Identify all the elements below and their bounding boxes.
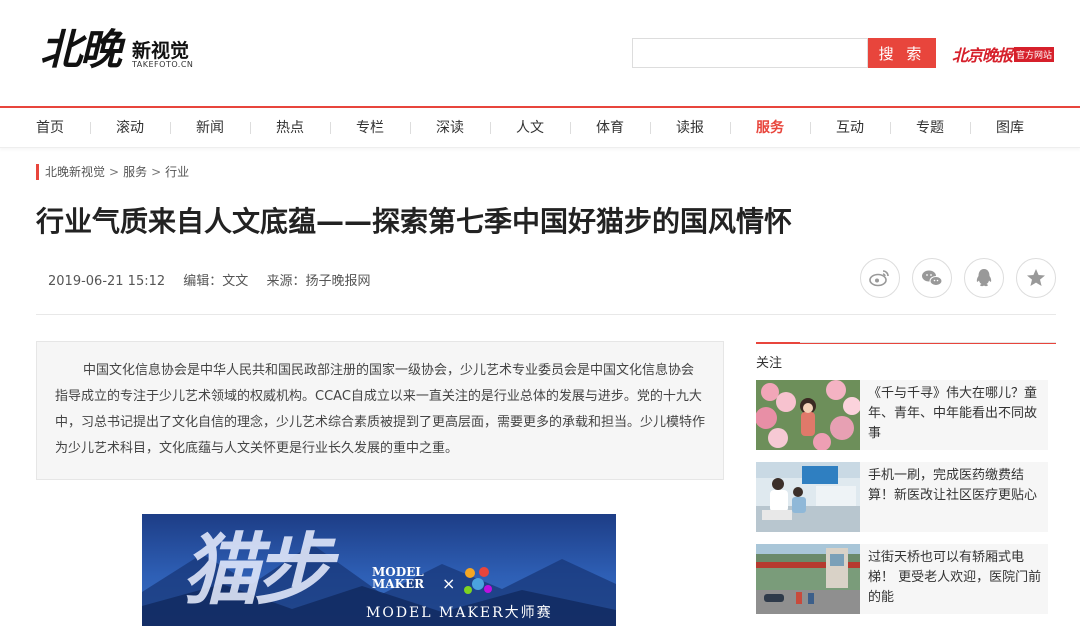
news-headline: 过街天桥也可以有轿厢式电梯！ 更受老人欢迎，医院门前的能: [868, 550, 1042, 605]
news-headline: 《千与千寻》伟大在哪儿？童年、青年、中年能看出不同故事: [868, 386, 1038, 441]
breadcrumb-item-home[interactable]: 北晚新视觉: [45, 165, 105, 179]
official-site-tag: 官方网站: [1014, 46, 1055, 62]
overpass-elevator-thumbnail: [756, 544, 860, 614]
partner-logo-icon: [464, 567, 492, 594]
spirited-away-thumbnail: [756, 380, 860, 450]
article-summary: 中国文化信息协会是中华人民共和国民政部注册的国家一级协会，少儿艺术专业委员会是中…: [36, 341, 724, 480]
site-header: 北晚 新视觉 TAKEFOTO.CN 搜 索 北京晚报 官方网站: [0, 0, 1080, 106]
sidebar-news-item[interactable]: 过街天桥也可以有轿厢式电梯！ 更受老人欢迎，医院门前的能: [756, 544, 1048, 614]
nav-item[interactable]: 专栏: [330, 108, 410, 148]
nav-item[interactable]: 服务: [730, 108, 810, 148]
main-nav: 首页 滚动 新闻 热点 专栏 深读 人文 体育 读报 服务 互动 专题 图库: [0, 106, 1080, 148]
nav-item[interactable]: 深读: [410, 108, 490, 148]
nav-item[interactable]: 滚动: [90, 108, 170, 148]
qq-icon: [976, 269, 992, 287]
breadcrumb-item-industry[interactable]: 行业: [165, 165, 189, 179]
wechat-icon: [922, 270, 943, 286]
article-hero-image: 猫步 MODEL MAKER × MODEL MAKER大师赛: [142, 514, 616, 626]
favorite-icon: [1027, 269, 1045, 286]
site-logo[interactable]: 北晚 新视觉 TAKEFOTO.CN: [40, 16, 200, 76]
share-bar: [860, 258, 1068, 298]
nav-item[interactable]: 热点: [250, 108, 330, 148]
nav-item[interactable]: 体育: [570, 108, 650, 148]
breadcrumb: 北晚新视觉 > 服务 > 行业: [36, 164, 189, 180]
logo-main-text: 北晚: [40, 25, 122, 74]
sidebar-news-item[interactable]: 手机一刷，完成医药缴费结算！新医改让社区医疗更贴心: [756, 462, 1048, 532]
medical-counter-thumbnail: [756, 462, 860, 532]
weibo-icon: [869, 270, 889, 287]
breadcrumb-separator: >: [109, 165, 120, 179]
logo-sub-text: 新视觉: [132, 40, 190, 62]
nav-item[interactable]: 互动: [810, 108, 890, 148]
official-site-name: 北京晚报: [952, 46, 1013, 65]
favorite-button[interactable]: [1016, 258, 1056, 298]
model-maker-logo: MODEL MAKER: [372, 566, 424, 590]
breadcrumb-item-service[interactable]: 服务: [123, 165, 147, 179]
meta-divider: [36, 314, 1056, 315]
logo-domain-text: TAKEFOTO.CN: [132, 60, 194, 69]
sidebar-news-item[interactable]: 《千与千寻》伟大在哪儿？童年、青年、中年能看出不同故事: [756, 380, 1048, 450]
article-source: 来源：扬子晚报网: [266, 274, 371, 289]
nav-item[interactable]: 人文: [490, 108, 570, 148]
sidebar-section-title: 关注: [756, 342, 1056, 371]
hero-logo-line2: MAKER: [372, 577, 425, 591]
news-headline: 手机一刷，完成医药缴费结算！新医改让社区医疗更贴心: [868, 468, 1038, 503]
nav-items: 首页 滚动 新闻 热点 专栏 深读 人文 体育 读报 服务 互动 专题 图库: [10, 108, 1050, 148]
hero-x-mark: ×: [442, 574, 456, 593]
calligraphy-graphic: 猫步: [182, 525, 332, 616]
nav-item[interactable]: 新闻: [170, 108, 250, 148]
article-title: 行业气质来自人文底蕴——探索第七季中国好猫步的国风情怀: [36, 205, 793, 238]
article-editor: 编辑：文文: [183, 274, 249, 289]
nav-item[interactable]: 首页: [10, 108, 90, 148]
wechat-share-button[interactable]: [912, 258, 952, 298]
news-thumbnail: [756, 544, 860, 614]
article-meta: 2019-06-21 15:12 编辑：文文 来源：扬子晚报网: [48, 270, 384, 289]
search-input[interactable]: [632, 38, 868, 68]
search-button[interactable]: 搜 索: [868, 38, 936, 68]
article-date: 2019-06-21 15:12: [48, 274, 166, 289]
qq-share-button[interactable]: [964, 258, 1004, 298]
weibo-share-button[interactable]: [860, 258, 900, 298]
nav-item[interactable]: 专题: [890, 108, 970, 148]
nav-item[interactable]: 图库: [970, 108, 1050, 148]
news-thumbnail: [756, 380, 860, 450]
news-thumbnail: [756, 462, 860, 532]
official-site-link[interactable]: 北京晚报 官方网站: [952, 42, 1055, 66]
nav-item[interactable]: 读报: [650, 108, 730, 148]
breadcrumb-separator: >: [151, 165, 162, 179]
hero-brand-text: MODEL MAKER大师赛: [366, 605, 553, 621]
